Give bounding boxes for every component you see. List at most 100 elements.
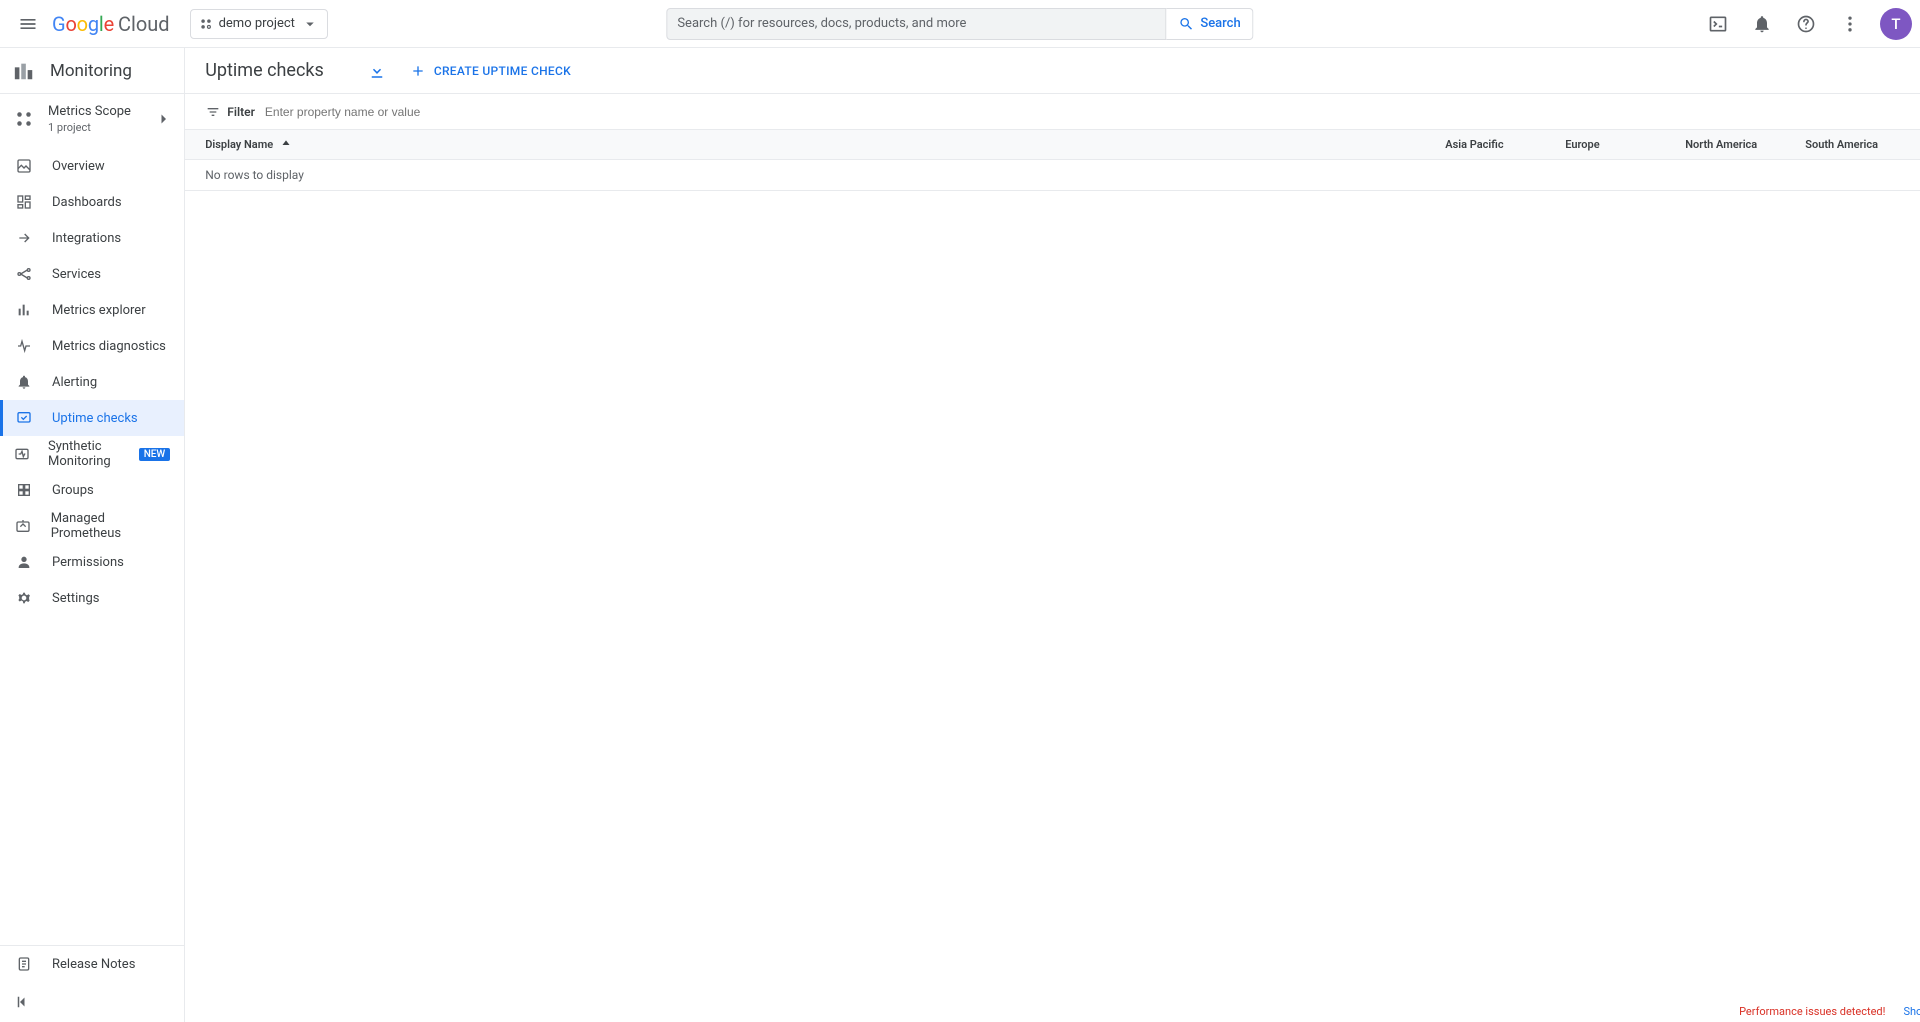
column-asia-pacific[interactable]: Asia Pacific <box>1445 138 1565 151</box>
dropdown-icon <box>301 15 319 33</box>
create-button-label: CREATE UPTIME CHECK <box>434 64 571 78</box>
download-button[interactable] <box>368 62 386 80</box>
notifications-button[interactable] <box>1742 4 1782 44</box>
sort-asc-icon <box>279 138 293 152</box>
sidebar-item-label: Uptime checks <box>52 411 138 426</box>
chevron-right-icon <box>154 110 172 128</box>
prometheus-icon <box>14 518 33 534</box>
filter-input[interactable] <box>265 105 1920 119</box>
avatar-initial: T <box>1891 15 1900 33</box>
more-button[interactable] <box>1830 4 1870 44</box>
nav-menu-button[interactable] <box>8 4 48 44</box>
sidebar-item-synthetic-monitoring[interactable]: Synthetic Monitoring NEW <box>0 436 184 472</box>
filter-label: Filter <box>227 105 255 119</box>
sidebar-item-label: Metrics explorer <box>52 303 146 318</box>
sidebar-item-alerting[interactable]: Alerting <box>0 364 184 400</box>
release-notes-icon <box>14 956 34 972</box>
sidebar-item-label: Permissions <box>52 555 124 570</box>
search-button[interactable]: Search <box>1166 8 1253 40</box>
search-placeholder: Search (/) for resources, docs, products… <box>677 16 966 31</box>
sidebar-product-title: Monitoring <box>50 61 132 81</box>
filter-bar: Filter ? <box>185 94 1920 130</box>
table-header-row: Display Name Asia Pacific Europe North A… <box>185 130 1920 160</box>
footer-status-bar: Performance issues detected! Show debug … <box>1727 1000 1920 1022</box>
arrow-right-icon <box>14 230 34 246</box>
column-europe[interactable]: Europe <box>1565 138 1685 151</box>
sidebar-item-label: Groups <box>52 483 94 498</box>
sidebar-item-label: Release Notes <box>52 957 135 972</box>
show-debug-panel-link[interactable]: Show debug panel <box>1903 1005 1920 1018</box>
sidebar-item-metrics-explorer[interactable]: Metrics explorer <box>0 292 184 328</box>
table-empty-message: No rows to display <box>185 160 1920 191</box>
sidebar-item-dashboards[interactable]: Dashboards <box>0 184 184 220</box>
sidebar-item-services[interactable]: Services <box>0 256 184 292</box>
sidebar-item-label: Synthetic Monitoring <box>48 439 115 469</box>
google-cloud-logo[interactable]: Google Cloud <box>52 12 170 36</box>
sidebar-nav-list: Overview Dashboards Integrations Service… <box>0 148 184 945</box>
search-icon <box>1178 16 1194 32</box>
sidebar-item-label: Managed Prometheus <box>51 511 171 541</box>
page-title: Uptime checks <box>205 60 324 81</box>
google-logo-text: Google <box>52 12 114 36</box>
image-icon <box>14 158 34 174</box>
sidebar-item-label: Services <box>52 267 101 282</box>
global-header: Google Cloud demo project Search (/) for… <box>0 0 1920 48</box>
new-badge: NEW <box>139 448 171 461</box>
sidebar-item-settings[interactable]: Settings <box>0 580 184 616</box>
header-right-actions: T <box>1698 4 1912 44</box>
sidebar-item-label: Settings <box>52 591 99 606</box>
sidebar-collapse-button[interactable] <box>0 982 184 1022</box>
column-display-name[interactable]: Display Name <box>205 138 1445 152</box>
sidebar-item-uptime-checks[interactable]: Uptime checks <box>0 400 184 436</box>
plus-icon <box>410 63 426 79</box>
search-area: Search (/) for resources, docs, products… <box>666 8 1253 40</box>
column-north-america[interactable]: North America <box>1685 138 1805 151</box>
sidebar-item-label: Dashboards <box>52 195 122 210</box>
sidebar-item-permissions[interactable]: Permissions <box>0 544 184 580</box>
scope-icon <box>14 110 34 128</box>
sidebar: Monitoring Metrics Scope 1 project Overv… <box>0 48 185 1022</box>
performance-warning: Performance issues detected! <box>1739 1005 1885 1018</box>
search-button-label: Search <box>1200 16 1240 31</box>
bell-icon <box>14 374 34 390</box>
sidebar-item-metrics-diagnostics[interactable]: Metrics diagnostics <box>0 328 184 364</box>
sidebar-item-overview[interactable]: Overview <box>0 148 184 184</box>
nodes-icon <box>14 266 34 282</box>
help-button[interactable] <box>1786 4 1826 44</box>
search-input[interactable]: Search (/) for resources, docs, products… <box>666 8 1166 40</box>
sidebar-title-row: Monitoring <box>0 48 184 94</box>
project-selector[interactable]: demo project <box>190 9 328 39</box>
sidebar-item-groups[interactable]: Groups <box>0 472 184 508</box>
create-uptime-check-button[interactable]: CREATE UPTIME CHECK <box>410 63 571 79</box>
synthetic-icon <box>14 446 30 462</box>
sidebar-item-integrations[interactable]: Integrations <box>0 220 184 256</box>
filter-icon <box>205 104 221 120</box>
sidebar-item-label: Alerting <box>52 375 97 390</box>
column-south-america[interactable]: South America <box>1805 138 1920 151</box>
groups-icon <box>14 482 34 498</box>
sidebar-item-label: Overview <box>52 159 105 174</box>
sidebar-item-release-notes[interactable]: Release Notes <box>0 946 184 982</box>
scope-subtitle: 1 project <box>48 121 131 134</box>
person-icon <box>14 554 34 570</box>
scope-title: Metrics Scope <box>48 104 131 119</box>
metrics-scope-selector[interactable]: Metrics Scope 1 project <box>0 94 184 144</box>
account-avatar[interactable]: T <box>1880 8 1912 40</box>
main-content: Uptime checks CREATE UPTIME CHECK Filter… <box>185 48 1920 1022</box>
collapse-icon <box>14 993 32 1011</box>
project-icon <box>199 17 213 31</box>
cloud-logo-text: Cloud <box>118 12 170 36</box>
gear-icon <box>14 590 34 606</box>
bar-chart-icon <box>14 302 34 318</box>
filter-button[interactable]: Filter <box>205 104 255 120</box>
sidebar-item-label: Metrics diagnostics <box>52 339 166 354</box>
monitor-check-icon <box>14 410 34 426</box>
project-name: demo project <box>219 16 295 31</box>
dashboard-icon <box>14 194 34 210</box>
page-toolbar: Uptime checks CREATE UPTIME CHECK <box>185 48 1920 94</box>
cloud-shell-button[interactable] <box>1698 4 1738 44</box>
sidebar-item-label: Integrations <box>52 231 121 246</box>
pulse-icon <box>14 338 34 354</box>
sidebar-item-managed-prometheus[interactable]: Managed Prometheus <box>0 508 184 544</box>
download-icon <box>368 62 386 80</box>
